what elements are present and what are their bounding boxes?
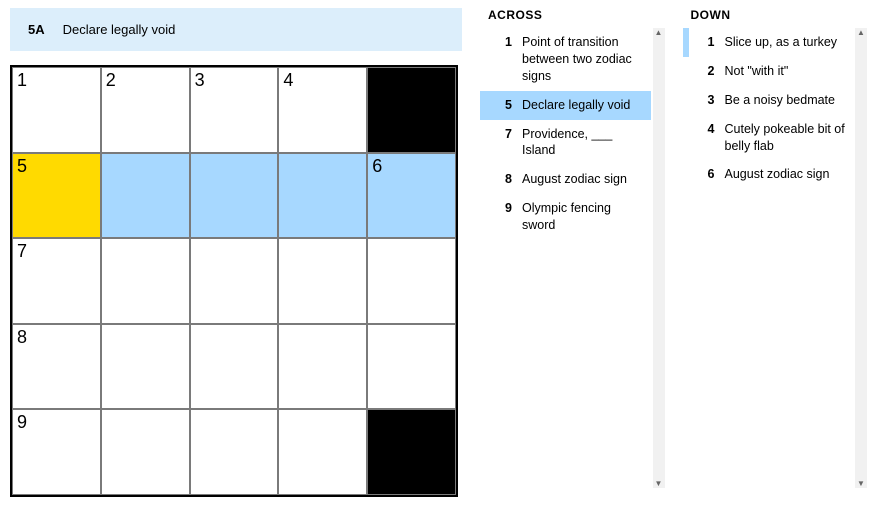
scrollbar[interactable]: ▲ ▼ (855, 28, 867, 488)
cell-number: 3 (195, 70, 205, 91)
clue-number: 3 (695, 92, 715, 109)
across-scroll: 1Point of transition between two zodiac … (480, 28, 665, 488)
scroll-down-icon[interactable]: ▼ (855, 479, 867, 488)
current-clue-bar[interactable]: 5A Declare legally void (10, 8, 462, 51)
grid-cell[interactable] (278, 409, 367, 495)
clue-text: Point of transition between two zodiac s… (522, 34, 643, 85)
clue-text: Olympic fencing sword (522, 200, 643, 234)
scrollbar[interactable]: ▲ ▼ (653, 28, 665, 488)
grid-cell[interactable] (367, 238, 456, 324)
grid-cell[interactable] (101, 238, 190, 324)
grid-cell[interactable] (190, 409, 279, 495)
cell-number: 1 (17, 70, 27, 91)
current-clue-text: Declare legally void (63, 22, 176, 37)
cell-number: 7 (17, 241, 27, 262)
grid-cell-block (367, 67, 456, 153)
cell-number: 8 (17, 327, 27, 348)
clue-item[interactable]: 7 Providence, ___ Island (480, 120, 651, 166)
clue-text: August zodiac sign (522, 171, 643, 188)
clue-text: Providence, ___ Island (522, 126, 643, 160)
clue-item[interactable]: 9 Olympic fencing sword (480, 194, 651, 240)
grid-cell[interactable]: 2 (101, 67, 190, 153)
grid-cell[interactable] (190, 324, 279, 410)
grid-cell[interactable]: 1 (12, 67, 101, 153)
clue-item[interactable]: 3 Be a noisy bedmate (683, 86, 854, 115)
grid-cell[interactable] (278, 324, 367, 410)
clue-item[interactable]: 8 August zodiac sign (480, 165, 651, 194)
clue-item[interactable]: 6 August zodiac sign (683, 160, 854, 189)
clue-item[interactable]: 4 Cutely pokeable bit of belly flab (683, 115, 854, 161)
clue-number: 8 (492, 171, 512, 188)
grid-cell[interactable]: 3 (190, 67, 279, 153)
clue-item[interactable]: 5 Declare legally void (480, 91, 651, 120)
grid-cell-block (367, 409, 456, 495)
grid-cell[interactable] (278, 153, 367, 239)
clue-item[interactable]: 1Point of transition between two zodiac … (480, 28, 651, 91)
clue-number: 7 (492, 126, 512, 160)
current-clue-label: 5A (28, 22, 45, 37)
clue-item[interactable]: 2 Not "with it" (683, 57, 854, 86)
clue-text: Declare legally void (522, 97, 643, 114)
grid-cell[interactable]: 8 (12, 324, 101, 410)
grid-cell[interactable]: 5 (12, 153, 101, 239)
scroll-up-icon[interactable]: ▲ (855, 28, 867, 37)
crossword-grid[interactable]: 1 2 3 4 5 6 7 8 9 (10, 65, 458, 497)
grid-cell[interactable]: 6 (367, 153, 456, 239)
cell-number: 2 (106, 70, 116, 91)
grid-cell[interactable] (101, 409, 190, 495)
grid-cell[interactable] (101, 153, 190, 239)
grid-cell[interactable]: 9 (12, 409, 101, 495)
clue-number: 9 (492, 200, 512, 234)
grid-cell[interactable]: 4 (278, 67, 367, 153)
clue-number: 6 (695, 166, 715, 183)
grid-cell[interactable] (190, 238, 279, 324)
scroll-up-icon[interactable]: ▲ (653, 28, 665, 37)
clue-item[interactable]: 1 Slice up, as a turkey (683, 28, 854, 57)
clue-number: 1 (695, 34, 715, 51)
grid-cell[interactable] (367, 324, 456, 410)
cell-number: 5 (17, 156, 27, 177)
cell-number: 9 (17, 412, 27, 433)
clues-panel: ACROSS 1Point of transition between two … (480, 8, 867, 497)
clue-text: Not "with it" (725, 63, 846, 80)
scroll-down-icon[interactable]: ▼ (653, 479, 665, 488)
grid-cell[interactable]: 7 (12, 238, 101, 324)
cell-number: 6 (372, 156, 382, 177)
grid-cell[interactable] (101, 324, 190, 410)
cell-number: 4 (283, 70, 293, 91)
clue-text: Slice up, as a turkey (725, 34, 846, 51)
grid-cell[interactable] (278, 238, 367, 324)
clue-text: Cutely pokeable bit of belly flab (725, 121, 846, 155)
clue-number: 4 (695, 121, 715, 155)
across-column: ACROSS 1Point of transition between two … (480, 8, 665, 497)
down-scroll: 1 Slice up, as a turkey 2 Not "with it" 3 Be … (683, 28, 868, 488)
clue-number: 5 (492, 97, 512, 114)
down-column: DOWN 1 Slice up, as a turkey 2 Not "with it… (683, 8, 868, 497)
clue-number: 1 (492, 34, 512, 85)
left-panel: 5A Declare legally void 1 2 3 4 5 6 7 8 9 (10, 8, 462, 497)
clue-text: Be a noisy bedmate (725, 92, 846, 109)
crossword-layout: 5A Declare legally void 1 2 3 4 5 6 7 8 9 ACROSS… (0, 0, 877, 505)
across-heading: ACROSS (488, 8, 665, 22)
down-clue-list: 1 Slice up, as a turkey 2 Not "with it" 3 Be … (683, 28, 868, 189)
clue-text: August zodiac sign (725, 166, 846, 183)
down-heading: DOWN (691, 8, 868, 22)
clue-number: 2 (695, 63, 715, 80)
across-clue-list: 1Point of transition between two zodiac … (480, 28, 665, 240)
grid-cell[interactable] (190, 153, 279, 239)
